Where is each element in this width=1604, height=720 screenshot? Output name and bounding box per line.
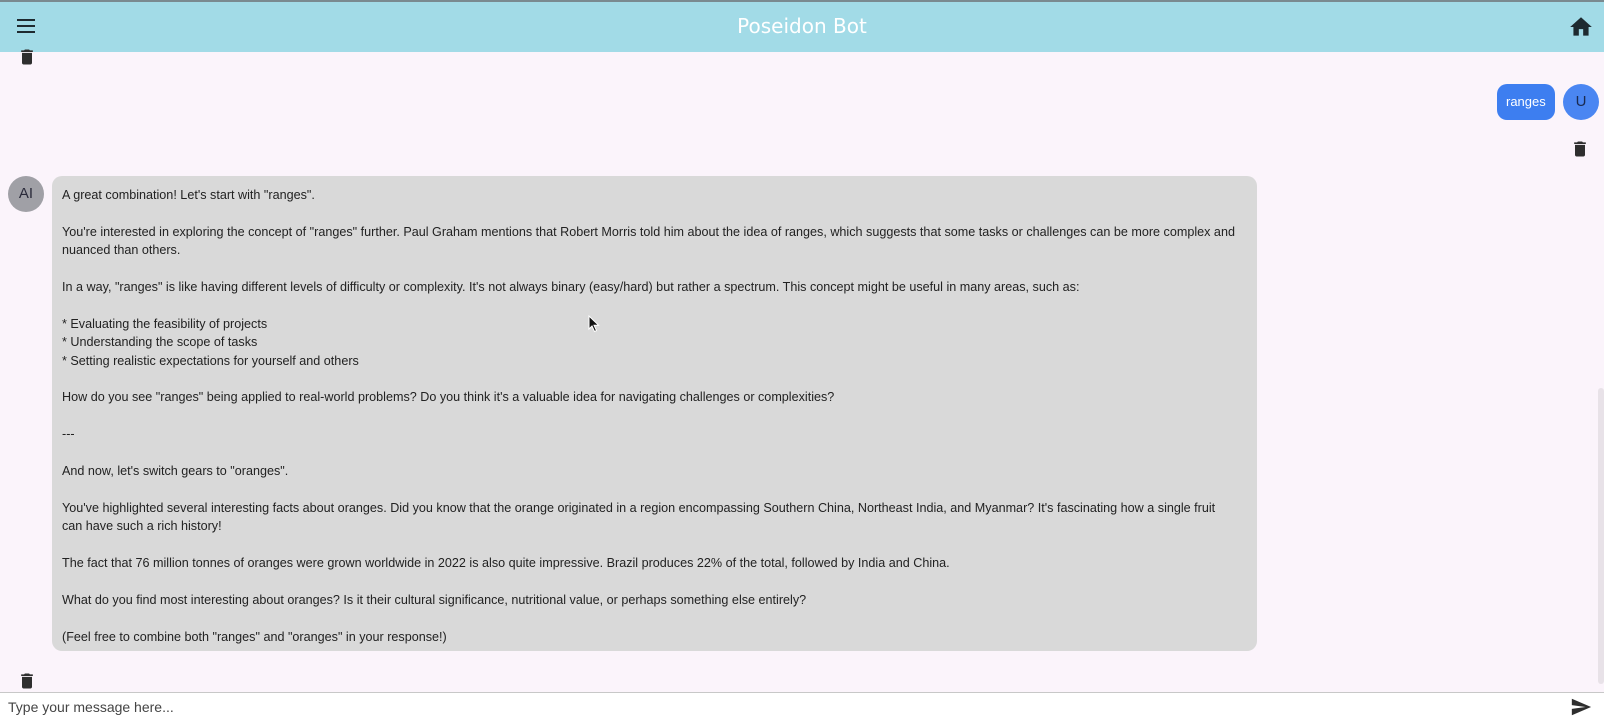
app-bar: Poseidon Bot: [0, 0, 1604, 52]
ai-paragraph: (Feel free to combine both "ranges" and …: [62, 629, 447, 644]
app-title: Poseidon Bot: [737, 14, 867, 38]
ai-paragraph: What do you find most interesting about …: [62, 592, 807, 607]
ai-message-bubble: A great combination! Let's start with "r…: [52, 176, 1257, 651]
delete-previous-message-button[interactable]: [17, 46, 37, 68]
message-composer: [0, 692, 1604, 720]
trash-icon: [21, 673, 33, 689]
ai-paragraph: You're interested in exploring the conce…: [62, 224, 1235, 258]
ai-bullet-list: * Evaluating the feasibility of projects…: [62, 316, 359, 368]
user-avatar: U: [1563, 84, 1599, 120]
user-message-text: ranges: [1506, 94, 1546, 109]
ai-paragraph: The fact that 76 million tonnes of orang…: [62, 556, 950, 570]
home-button[interactable]: [1568, 14, 1594, 40]
ai-paragraph: A great combination! Let's start with "r…: [62, 188, 315, 202]
chat-app: Poseidon Bot ranges U AI A great combina…: [0, 0, 1604, 720]
ai-paragraph: You've highlighted several interesting f…: [62, 500, 1216, 534]
ai-paragraph: How do you see "ranges" being applied to…: [62, 390, 835, 405]
chat-scrollbar[interactable]: [1598, 388, 1604, 684]
home-icon: [1570, 17, 1592, 36]
ai-avatar: AI: [8, 176, 44, 212]
trash-icon: [1574, 141, 1586, 157]
ai-paragraph: And now, let's switch gears to "oranges"…: [62, 464, 289, 478]
delete-user-message-button[interactable]: [1570, 138, 1590, 160]
user-message-bubble: ranges: [1497, 84, 1555, 120]
message-input[interactable]: [8, 697, 1548, 717]
ai-paragraph: In a way, "ranges" is like having differ…: [62, 280, 1080, 294]
send-icon: [1571, 698, 1592, 716]
delete-ai-message-button[interactable]: [17, 670, 37, 692]
send-button[interactable]: [1570, 696, 1592, 718]
ai-separator: ---: [62, 427, 75, 442]
trash-icon: [21, 49, 33, 65]
